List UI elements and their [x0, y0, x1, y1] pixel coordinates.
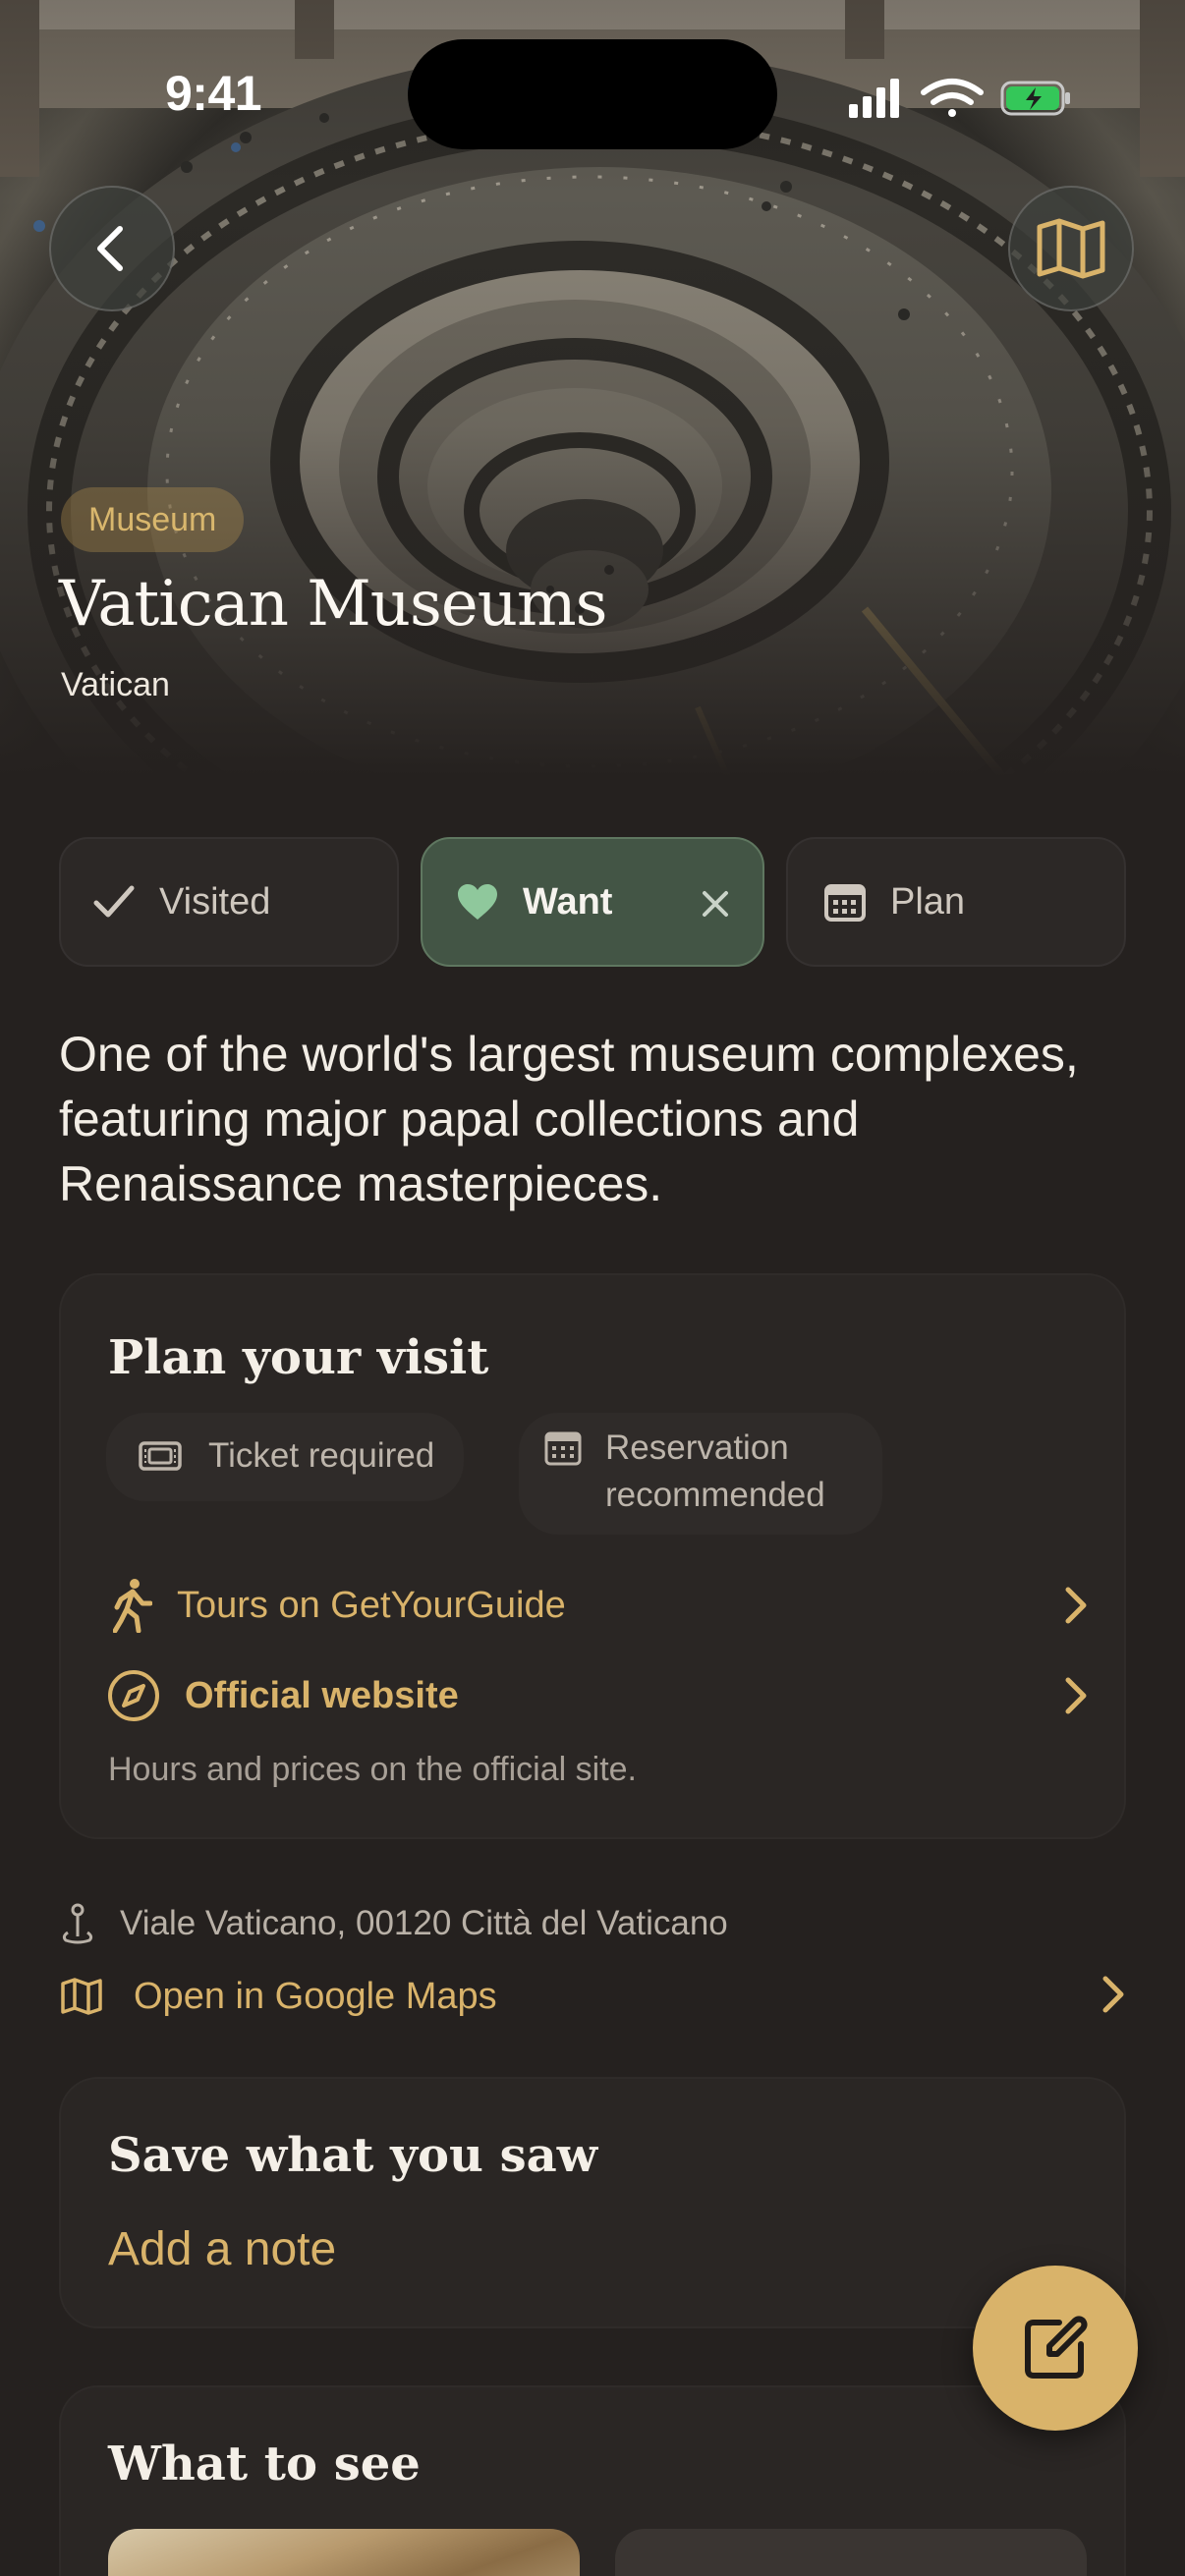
calendar-icon	[544, 1425, 582, 1472]
edit-icon	[1025, 2316, 1088, 2379]
status-icons	[849, 79, 1070, 118]
signal-icon	[849, 79, 899, 118]
place-title: Vatican Museums	[59, 568, 607, 641]
place-description: One of the world's largest museum comple…	[59, 1027, 1079, 1211]
add-note-button[interactable]: Add a note	[108, 2222, 336, 2276]
official-website-link[interactable]: Official website	[106, 1660, 1089, 1731]
wifi-icon	[921, 79, 984, 117]
edit-note-fab[interactable]	[973, 2266, 1138, 2431]
compass-icon	[106, 1668, 161, 1723]
visited-label: Visited	[159, 880, 271, 923]
want-label: Want	[523, 880, 613, 923]
hours-note: Hours and prices on the official site.	[108, 1751, 637, 1788]
pin-icon	[59, 1902, 96, 1945]
ticket-icon	[136, 1432, 185, 1480]
category-badge: Museum	[61, 487, 245, 552]
status-bar: 9:41	[0, 0, 1185, 149]
map-button[interactable]	[1008, 186, 1134, 311]
checkmark-icon	[90, 878, 138, 925]
see-card-title: What to see	[108, 2436, 421, 2492]
chevron-right-icon	[1065, 1587, 1087, 1624]
map-icon	[1037, 218, 1105, 279]
chevron-right-icon	[1065, 1677, 1087, 1714]
plan-label: Plan	[890, 880, 966, 923]
tours-link[interactable]: Tours on GetYourGuide	[106, 1570, 1089, 1641]
highlight-thumbnail[interactable]	[615, 2529, 1087, 2576]
reservation-chip: Reservation recommended	[519, 1413, 882, 1535]
dynamic-island	[408, 39, 777, 149]
visited-button[interactable]: Visited	[59, 837, 399, 967]
official-website-text: Official website	[185, 1674, 459, 1716]
address-text: Viale Vaticano, 00120 Città del Vaticano	[120, 1904, 728, 1942]
ticket-required-chip: Ticket required	[106, 1413, 465, 1501]
hero-image: 9:41 Museum Vatican Museums Vatican	[0, 0, 1185, 776]
address-row: Viale Vaticano, 00120 Città del Vaticano	[59, 1898, 728, 1949]
note-card-title: Save what you saw	[108, 2128, 598, 2183]
google-maps-link[interactable]: Open in Google Maps	[59, 1965, 1126, 2028]
map-icon	[59, 1974, 104, 2019]
heart-icon	[454, 878, 501, 925]
calendar-icon	[821, 878, 869, 925]
close-icon[interactable]	[690, 878, 741, 929]
plan-card-title: Plan your visit	[108, 1330, 489, 1385]
place-subtitle: Vatican	[61, 666, 170, 703]
what-to-see-card: What to see	[59, 2385, 1126, 2576]
reservation-text: Reservation recommended	[605, 1428, 825, 1514]
plan-button[interactable]: Plan	[786, 837, 1126, 967]
ticket-required-text: Ticket required	[208, 1436, 435, 1475]
save-note-card: Save what you saw Add a note	[59, 2077, 1126, 2328]
chevron-left-icon	[97, 226, 123, 271]
chevron-right-icon	[1102, 1976, 1124, 2013]
battery-icon	[1000, 81, 1070, 116]
want-button[interactable]: Want	[421, 837, 764, 967]
back-button[interactable]	[49, 186, 175, 311]
plan-visit-card: Plan your visit Ticket required Reservat…	[59, 1273, 1126, 1839]
status-time: 9:41	[165, 66, 262, 121]
walking-person-icon	[106, 1576, 159, 1635]
place-detail-screen: 9:41 Museum Vatican Museums Vatican Visi…	[0, 0, 1185, 2576]
tours-link-text: Tours on GetYourGuide	[177, 1584, 566, 1626]
highlight-thumbnail[interactable]	[108, 2529, 580, 2576]
google-maps-text: Open in Google Maps	[134, 1975, 497, 2017]
